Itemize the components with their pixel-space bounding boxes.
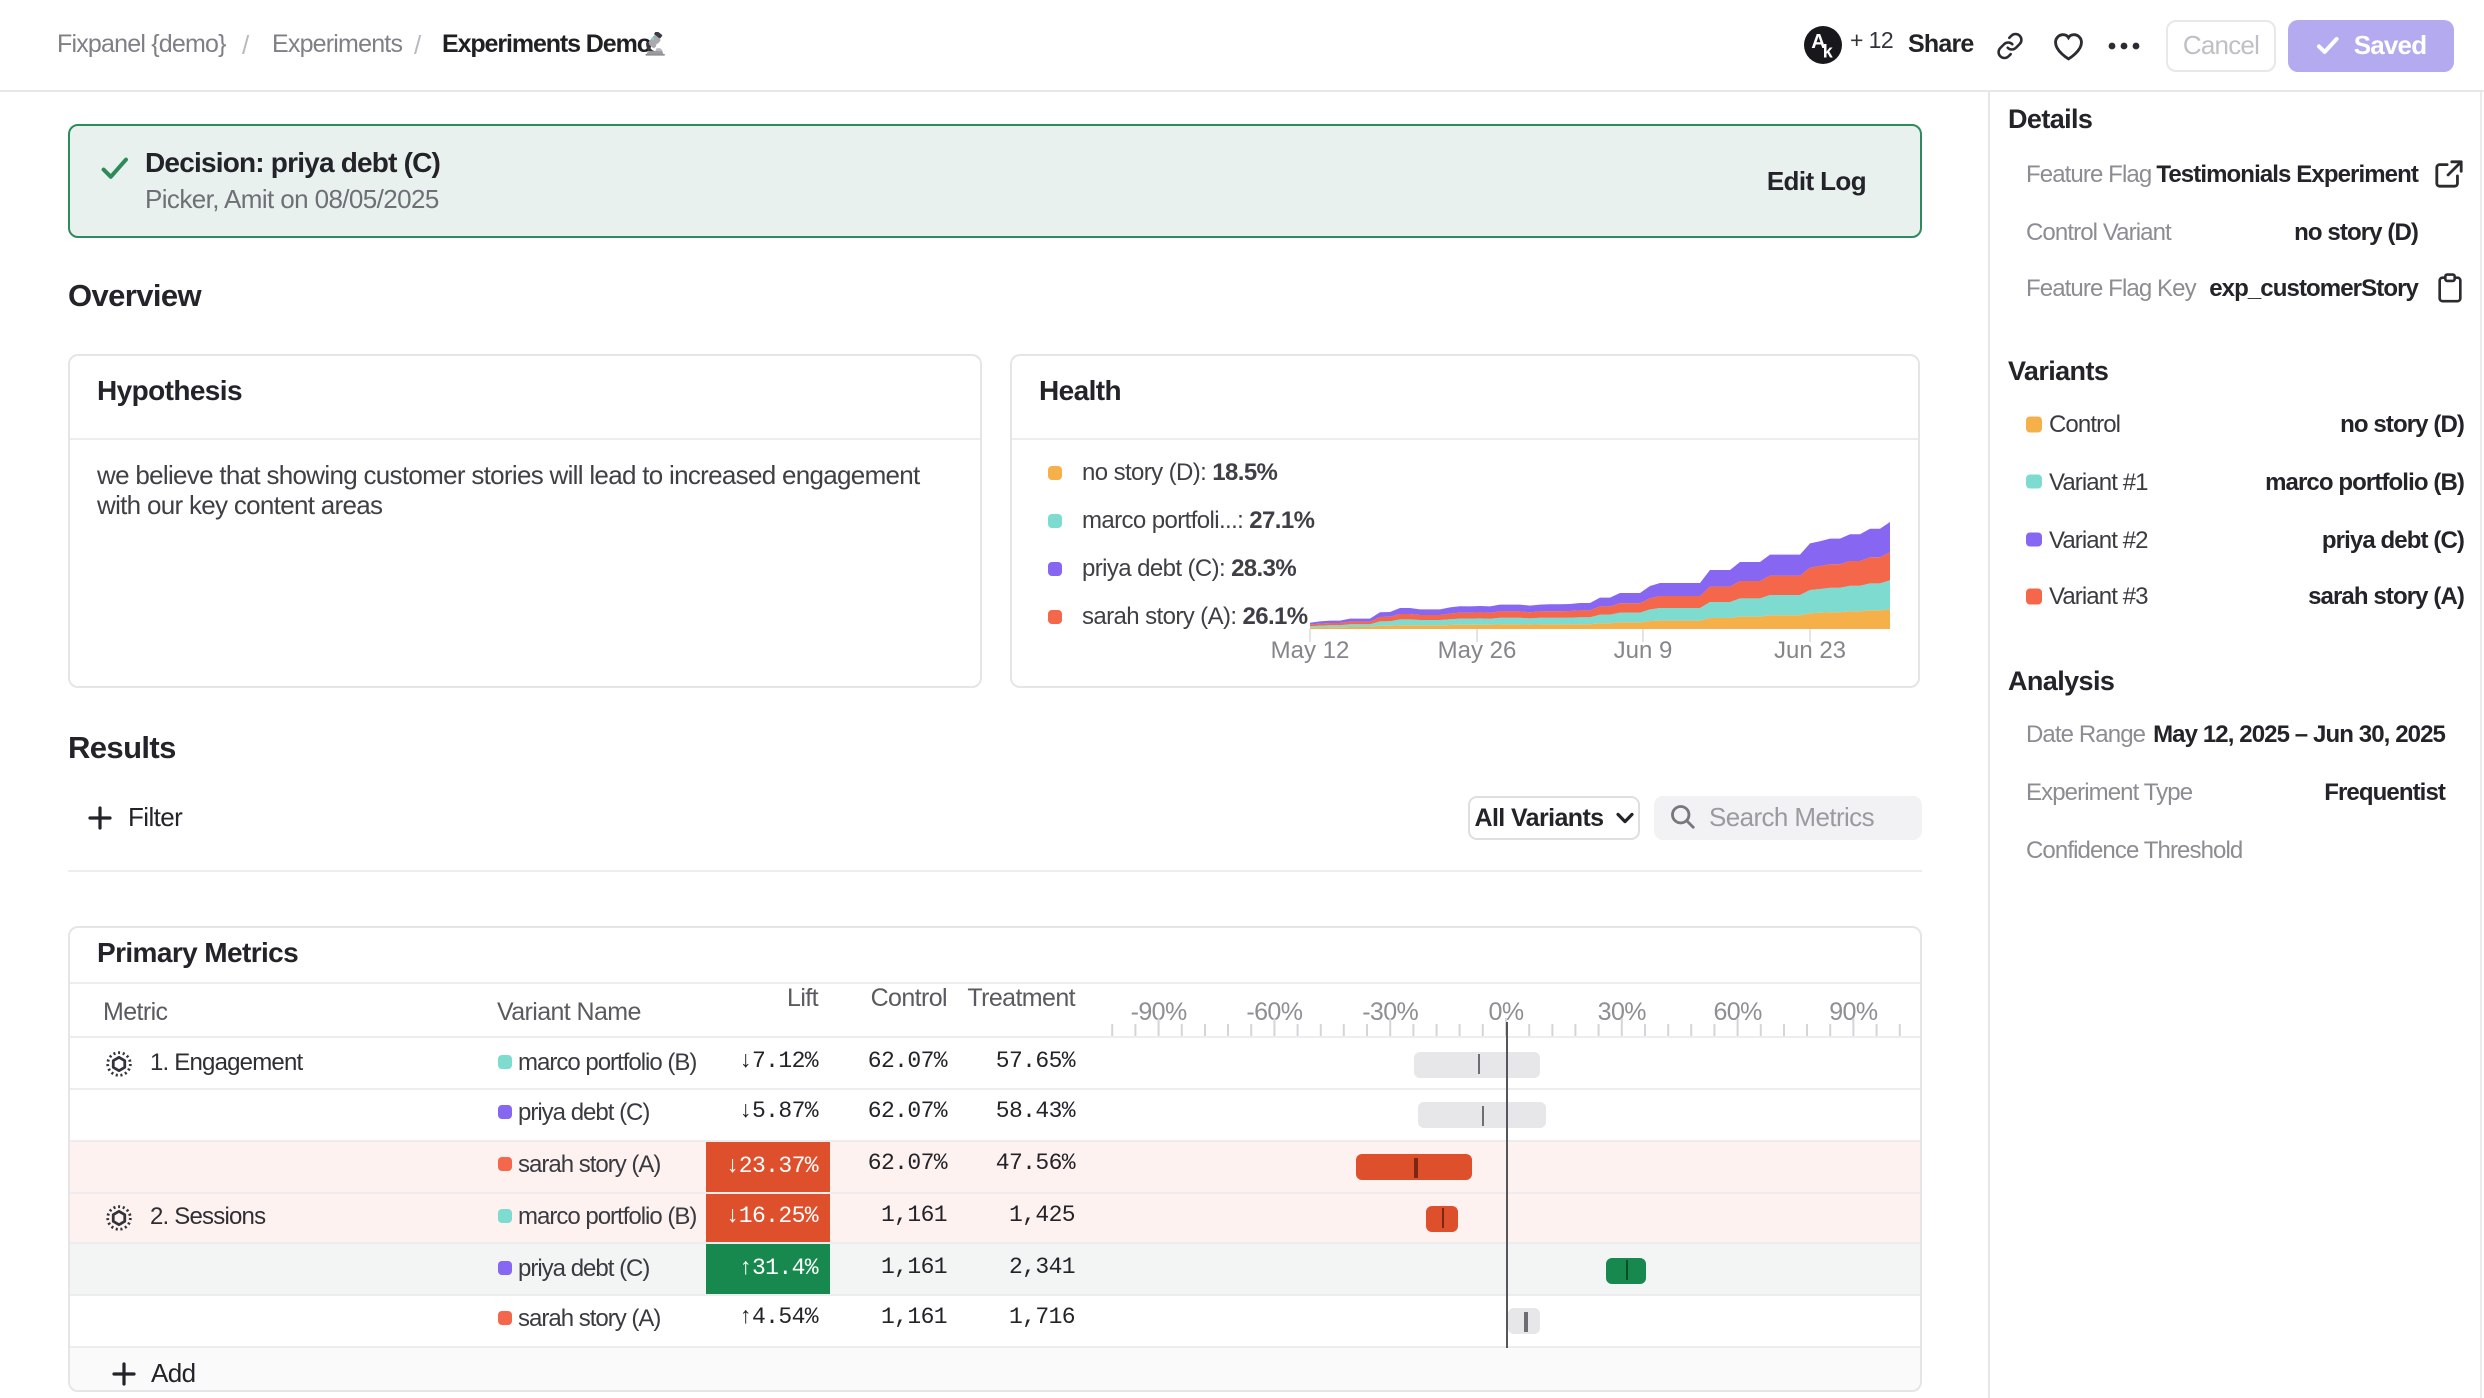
svg-text:Jun 9: Jun 9 xyxy=(1614,637,1673,664)
svg-text:Jun 23: Jun 23 xyxy=(1774,637,1846,664)
svg-text:May 12: May 12 xyxy=(1271,637,1350,664)
svg-text:k: k xyxy=(1823,42,1834,62)
svg-text:May 26: May 26 xyxy=(1438,637,1517,664)
